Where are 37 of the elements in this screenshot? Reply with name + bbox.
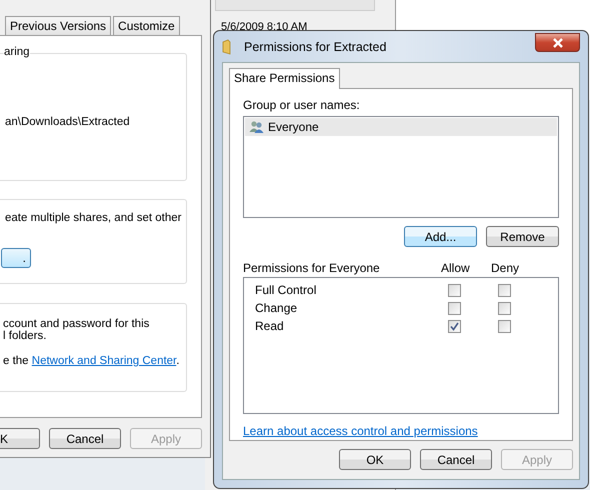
- column-header: Deny: [491, 261, 520, 275]
- users-icon: [249, 120, 265, 134]
- checkbox[interactable]: [448, 302, 461, 314]
- window-title: Permissions for Extracted: [244, 40, 386, 54]
- checkbox[interactable]: [498, 284, 511, 296]
- network-link[interactable]: Network and Sharing Center: [32, 355, 176, 367]
- close-button[interactable]: [535, 33, 580, 52]
- description-text: l folders.: [3, 330, 48, 342]
- checkbox[interactable]: [498, 302, 511, 314]
- help-link[interactable]: Learn about access control and permissions: [243, 424, 559, 438]
- description-text: ccount and password for this: [3, 318, 150, 330]
- tab[interactable]: Previous Versions: [5, 16, 112, 35]
- tab[interactable]: Customize: [113, 16, 180, 35]
- close-icon: [552, 38, 564, 48]
- permission-name: Change: [255, 301, 298, 315]
- checkbox[interactable]: [448, 320, 461, 332]
- dialog-button[interactable]: Cancel: [49, 428, 121, 449]
- permission-name: Read: [255, 319, 285, 333]
- description-text: e the Network and Sharing Center.: [3, 355, 180, 367]
- column-header: Allow: [441, 261, 471, 275]
- permission-name: Full Control: [255, 283, 318, 297]
- sharing-button[interactable]: .: [1, 248, 31, 268]
- checkbox[interactable]: [448, 284, 461, 296]
- dialog-button[interactable]: OK: [339, 449, 411, 470]
- description-text: eate multiple shares, and set other: [5, 212, 182, 224]
- tab[interactable]: Share Permissions: [229, 68, 340, 89]
- dialog-button[interactable]: Cancel: [420, 449, 492, 470]
- date-text: 5/6/2009 8:10 AM: [221, 21, 308, 33]
- dialog-button[interactable]: K: [0, 428, 40, 449]
- checkbox[interactable]: [498, 320, 511, 332]
- user-item[interactable]: Everyone: [245, 118, 557, 136]
- dialog-button[interactable]: Add...: [404, 226, 477, 247]
- permissions-label: Permissions for Everyone: [243, 261, 381, 275]
- dialog-button[interactable]: Remove: [486, 226, 559, 247]
- group-title: aring: [4, 46, 30, 58]
- group-label: Group or user names:: [243, 98, 361, 112]
- network-path: an\Downloads\Extracted: [5, 116, 131, 128]
